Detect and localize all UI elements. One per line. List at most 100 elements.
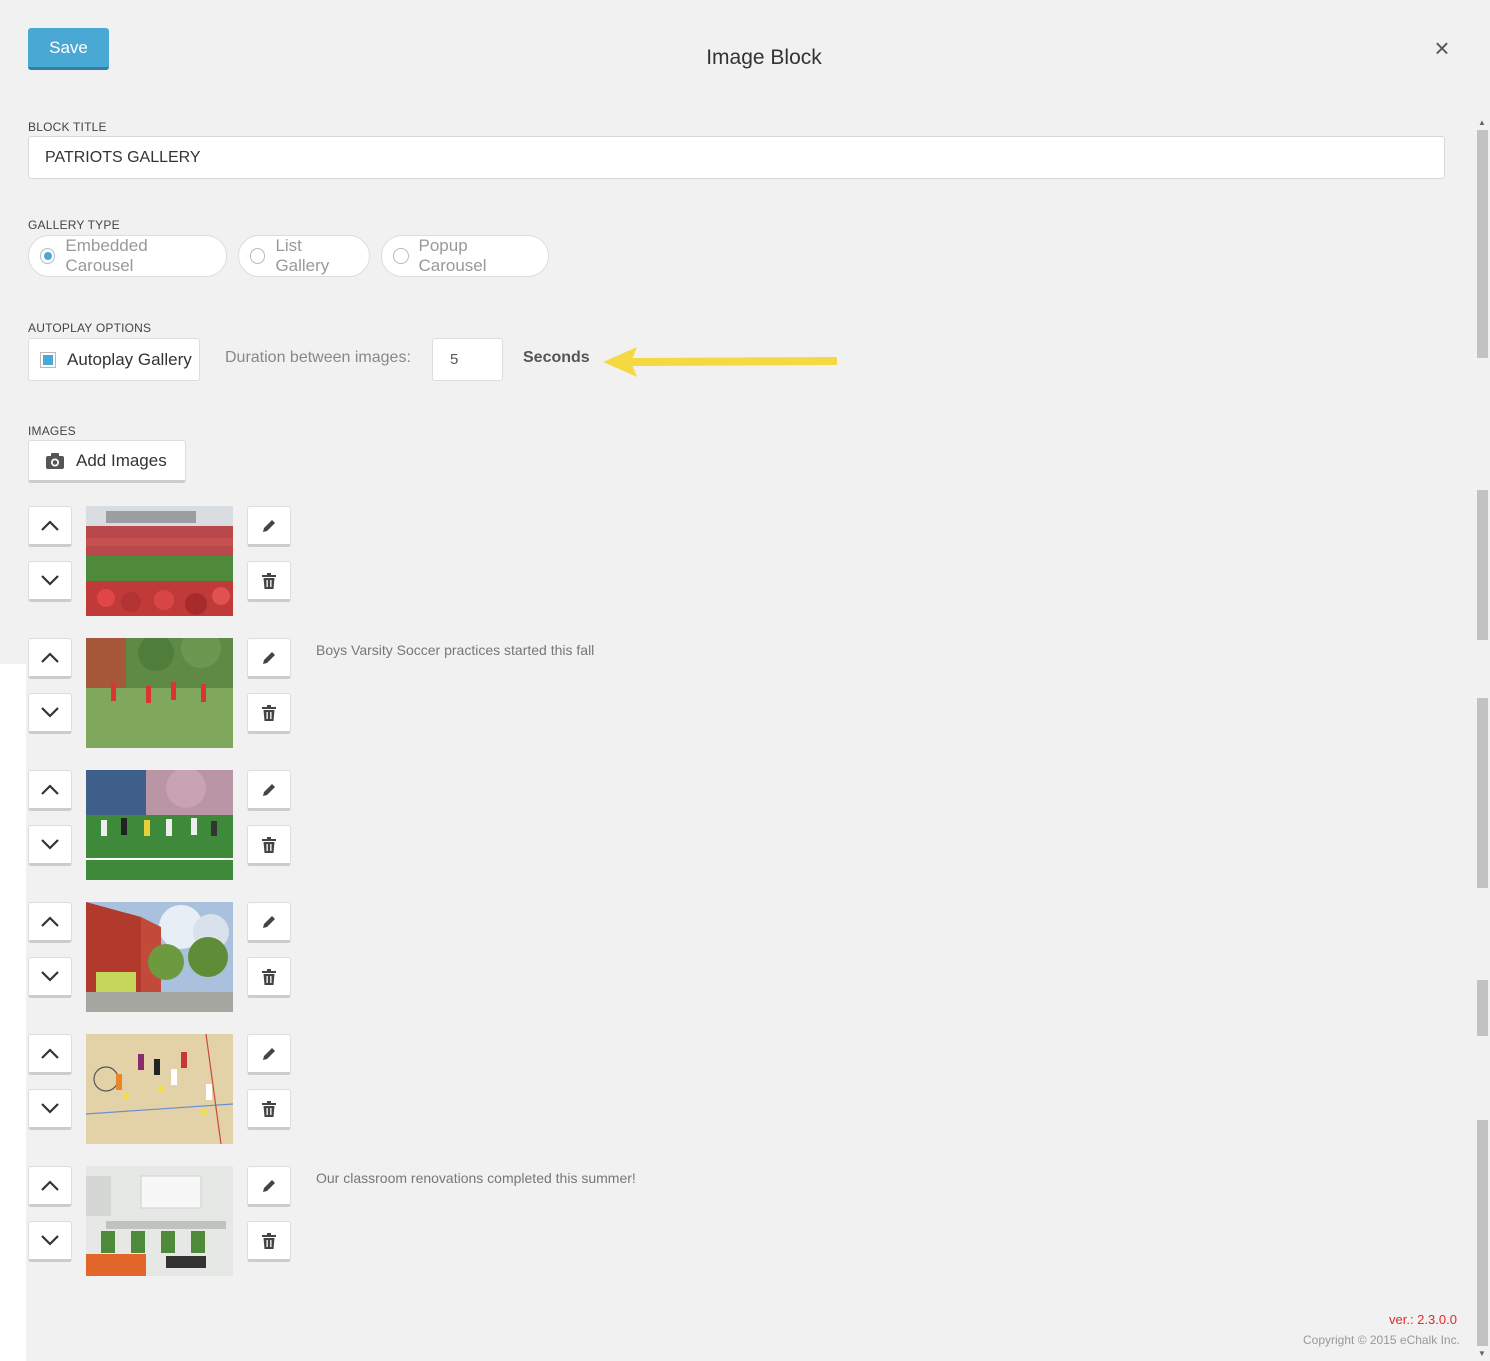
image-row (28, 770, 1228, 880)
scrollbar-thumb[interactable] (1477, 1120, 1488, 1346)
scrollbar-thumb[interactable] (1477, 130, 1488, 358)
chevron-up-icon (41, 520, 59, 531)
close-icon[interactable]: × (1428, 34, 1456, 62)
add-images-button[interactable]: Add Images (28, 440, 186, 483)
vertical-scrollbar[interactable]: ▲ ▼ (1475, 118, 1490, 1361)
image-thumbnail[interactable] (86, 1166, 233, 1276)
image-row (28, 902, 1228, 1012)
radio-list-gallery[interactable]: List Gallery (238, 235, 370, 277)
trash-icon (262, 572, 276, 589)
image-caption: Our classroom renovations completed this… (316, 1170, 636, 1186)
chevron-down-icon (41, 1103, 59, 1114)
trash-icon (262, 1232, 276, 1249)
edit-button[interactable] (247, 1166, 291, 1207)
move-up-button[interactable] (28, 638, 72, 679)
chevron-down-icon (41, 707, 59, 718)
move-up-button[interactable] (28, 1166, 72, 1207)
scroll-down-arrow-icon[interactable]: ▼ (1478, 1349, 1486, 1358)
edit-button[interactable] (247, 770, 291, 811)
block-title-input[interactable]: PATRIOTS GALLERY (28, 136, 1445, 179)
move-up-button[interactable] (28, 506, 72, 547)
delete-button[interactable] (247, 693, 291, 734)
image-thumbnail[interactable] (86, 1034, 233, 1144)
gym-class-thumbnail (86, 1034, 233, 1144)
duration-input[interactable]: 5 (432, 338, 503, 381)
pencil-icon (263, 783, 275, 796)
move-down-button[interactable] (28, 1089, 72, 1130)
image-thumbnail[interactable] (86, 638, 233, 748)
copyright-text: Copyright © 2015 eChalk Inc. (1303, 1333, 1460, 1347)
radio-unselected-icon (250, 248, 266, 264)
radio-label: List Gallery (275, 236, 330, 275)
edit-button[interactable] (247, 902, 291, 943)
classroom-thumbnail (86, 1166, 233, 1276)
move-down-button[interactable] (28, 1221, 72, 1262)
move-up-button[interactable] (28, 902, 72, 943)
chevron-down-icon (41, 1235, 59, 1246)
edit-button[interactable] (247, 506, 291, 547)
chevron-up-icon (41, 784, 59, 795)
move-down-button[interactable] (28, 825, 72, 866)
camera-icon (46, 452, 64, 469)
pencil-icon (263, 915, 275, 928)
version-text: ver.: 2.3.0.0 (1389, 1312, 1457, 1327)
delete-button[interactable] (247, 1089, 291, 1130)
trash-icon (262, 704, 276, 721)
radio-embedded-carousel[interactable]: Embedded Carousel (28, 235, 227, 277)
trash-icon (262, 1100, 276, 1117)
image-row: Our classroom renovations completed this… (28, 1166, 1228, 1276)
block-title-label: BLOCK TITLE (28, 120, 107, 134)
pencil-icon (263, 1047, 275, 1060)
images-label: IMAGES (28, 424, 76, 438)
chevron-up-icon (41, 916, 59, 927)
delete-button[interactable] (247, 1221, 291, 1262)
left-background-strip (0, 664, 26, 1361)
image-thumbnail[interactable] (86, 902, 233, 1012)
field-team-thumbnail (86, 770, 233, 880)
school-building-thumbnail (86, 902, 233, 1012)
scrollbar-thumb[interactable] (1477, 490, 1488, 640)
trash-icon (262, 968, 276, 985)
autoplay-options-label: AUTOPLAY OPTIONS (28, 321, 152, 335)
stadium-thumbnail (86, 506, 233, 616)
delete-button[interactable] (247, 561, 291, 602)
move-down-button[interactable] (28, 957, 72, 998)
image-thumbnail[interactable] (86, 770, 233, 880)
image-caption: Boys Varsity Soccer practices started th… (316, 642, 595, 658)
checkbox-checked-icon (40, 351, 56, 368)
move-up-button[interactable] (28, 770, 72, 811)
edit-button[interactable] (247, 638, 291, 679)
duration-label: Duration between images: (225, 349, 411, 366)
chevron-up-icon (41, 1180, 59, 1191)
radio-label: Embedded Carousel (65, 236, 148, 275)
scrollbar-thumb[interactable] (1477, 698, 1488, 888)
delete-button[interactable] (247, 825, 291, 866)
yellow-arrow-icon (603, 347, 837, 377)
edit-button[interactable] (247, 1034, 291, 1075)
pencil-icon (263, 1179, 275, 1192)
chevron-up-icon (41, 1048, 59, 1059)
radio-label: Popup Carousel (418, 236, 487, 275)
image-row (28, 1034, 1228, 1144)
delete-button[interactable] (247, 957, 291, 998)
scroll-up-arrow-icon[interactable]: ▲ (1478, 118, 1486, 127)
move-down-button[interactable] (28, 561, 72, 602)
move-up-button[interactable] (28, 1034, 72, 1075)
image-thumbnail[interactable] (86, 506, 233, 616)
seconds-label: Seconds (523, 349, 590, 366)
trash-icon (262, 836, 276, 853)
radio-popup-carousel[interactable]: Popup Carousel (381, 235, 549, 277)
add-images-label: Add Images (76, 450, 167, 470)
autoplay-checkbox[interactable]: Autoplay Gallery (28, 338, 200, 381)
gallery-type-label: GALLERY TYPE (28, 218, 120, 232)
move-down-button[interactable] (28, 693, 72, 734)
image-row (28, 506, 1228, 616)
image-row: Boys Varsity Soccer practices started th… (28, 638, 1228, 748)
soccer-practice-thumbnail (86, 638, 233, 748)
radio-selected-icon (40, 248, 56, 264)
radio-unselected-icon (393, 248, 409, 264)
chevron-down-icon (41, 575, 59, 586)
autoplay-checkbox-label: Autoplay Gallery (67, 349, 192, 369)
scrollbar-thumb[interactable] (1477, 980, 1488, 1036)
pencil-icon (263, 651, 275, 664)
